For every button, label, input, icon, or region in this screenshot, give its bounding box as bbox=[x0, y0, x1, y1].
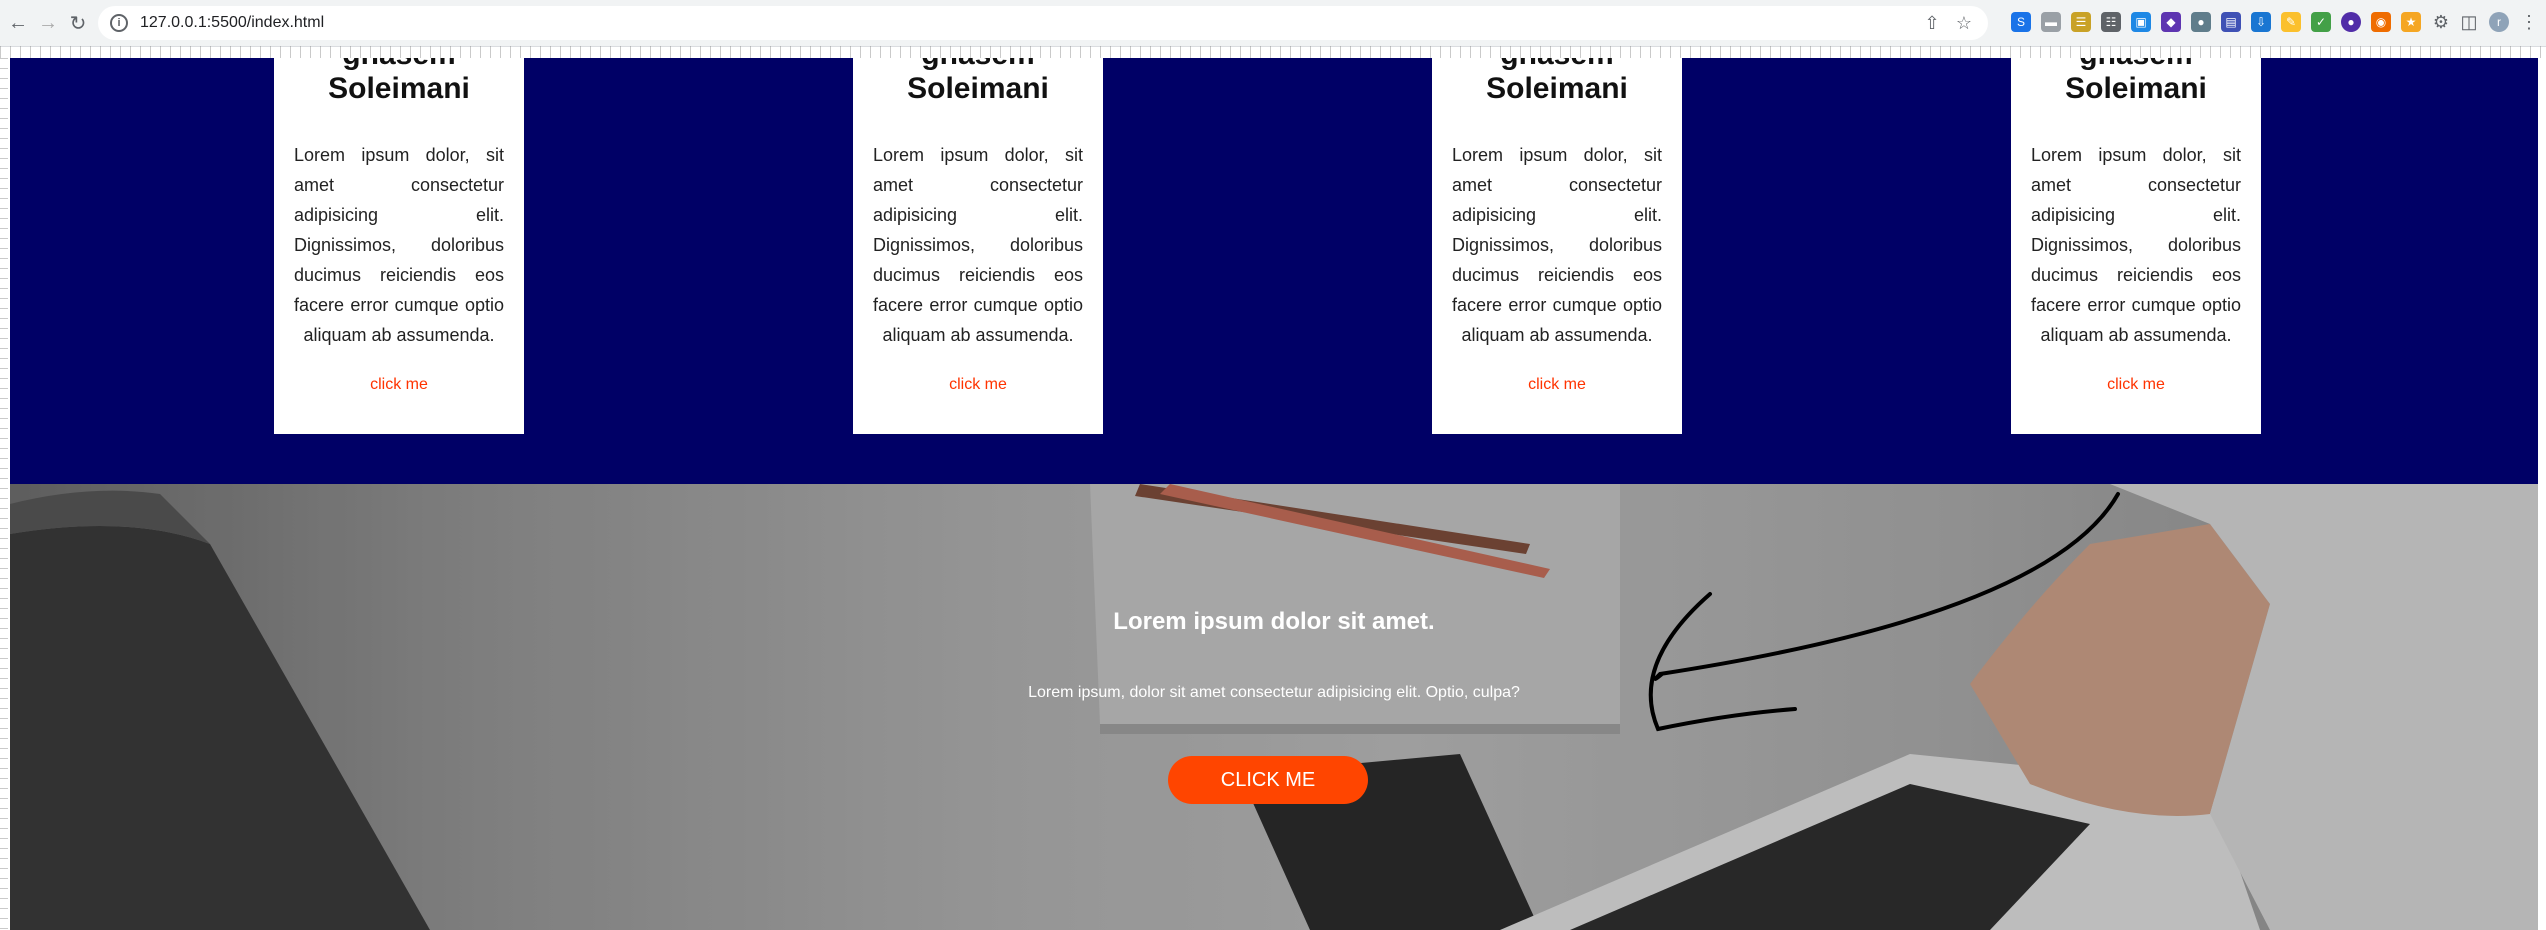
card-title-line2: Soleimani bbox=[1486, 72, 1628, 105]
card-text: Lorem ipsum dolor, sit amet consectetur … bbox=[294, 145, 504, 345]
back-icon[interactable]: ← bbox=[6, 11, 30, 35]
card-link[interactable]: click me bbox=[1432, 376, 1682, 394]
hero-section: Lorem ipsum dolor sit amet. Lorem ipsum,… bbox=[10, 484, 2538, 930]
card-title-line2: Soleimani bbox=[907, 72, 1049, 105]
card-title: ghasem Soleimani bbox=[853, 58, 1103, 106]
profile-card: ghasem Soleimani Lorem ipsum dolor, sit … bbox=[274, 58, 524, 434]
ruler-top bbox=[0, 46, 2546, 58]
hero-subtitle: Lorem ipsum, dolor sit amet consectetur … bbox=[1028, 684, 1520, 701]
extensions-puzzle-icon[interactable]: ⚙ bbox=[2431, 12, 2451, 32]
menu-dots-icon[interactable]: ⋮ bbox=[2519, 12, 2539, 32]
card-text: Lorem ipsum dolor, sit amet consectetur … bbox=[2031, 145, 2241, 345]
card-title-line1: ghasem bbox=[2011, 58, 2261, 72]
sidebar-icon[interactable]: ◫ bbox=[2459, 12, 2479, 32]
hero-title: Lorem ipsum dolor sit amet. bbox=[1113, 608, 1435, 635]
card-title-line1: ghasem bbox=[274, 58, 524, 72]
forward-icon[interactable]: → bbox=[36, 11, 60, 35]
profile-card: ghasem Soleimani Lorem ipsum dolor, sit … bbox=[853, 58, 1103, 434]
ruler-left bbox=[0, 58, 8, 930]
card-title-line2: Soleimani bbox=[2065, 72, 2207, 105]
hero-background-image bbox=[10, 484, 2538, 930]
share-icon[interactable]: ⇧ bbox=[1922, 13, 1942, 33]
extension-icon[interactable]: ⇩ bbox=[2251, 12, 2271, 32]
extension-icon[interactable]: ▣ bbox=[2131, 12, 2151, 32]
card-link[interactable]: click me bbox=[2011, 376, 2261, 394]
extension-icon[interactable]: ★ bbox=[2401, 12, 2421, 32]
cards-section: ghasem Soleimani Lorem ipsum dolor, sit … bbox=[10, 58, 2538, 484]
card-text: Lorem ipsum dolor, sit amet consectetur … bbox=[1452, 145, 1662, 345]
extension-icon[interactable]: ▤ bbox=[2221, 12, 2241, 32]
profile-card: ghasem Soleimani Lorem ipsum dolor, sit … bbox=[2011, 58, 2261, 434]
extension-icon[interactable]: S bbox=[2011, 12, 2031, 32]
extension-icon[interactable]: ✎ bbox=[2281, 12, 2301, 32]
card-text: Lorem ipsum dolor, sit amet consectetur … bbox=[873, 145, 1083, 345]
profile-card: ghasem Soleimani Lorem ipsum dolor, sit … bbox=[1432, 58, 1682, 434]
card-title-line2: Soleimani bbox=[328, 72, 470, 105]
url-text: 127.0.0.1:5500/index.html bbox=[140, 14, 325, 31]
card-link[interactable]: click me bbox=[274, 376, 524, 394]
address-bar[interactable]: i 127.0.0.1:5500/index.html ⇧ ☆ bbox=[98, 6, 1988, 40]
card-title-line1: ghasem bbox=[853, 58, 1103, 72]
card-title: ghasem Soleimani bbox=[274, 58, 524, 106]
extension-icon[interactable]: ☰ bbox=[2071, 12, 2091, 32]
bookmark-star-icon[interactable]: ☆ bbox=[1954, 13, 1974, 33]
extension-icon[interactable]: ◉ bbox=[2371, 12, 2391, 32]
reload-icon[interactable]: ↻ bbox=[66, 11, 90, 35]
extension-icon[interactable]: ● bbox=[2341, 12, 2361, 32]
extension-icon[interactable]: ▬ bbox=[2041, 12, 2061, 32]
site-info-icon[interactable]: i bbox=[110, 14, 128, 32]
card-link[interactable]: click me bbox=[853, 376, 1103, 394]
extension-icon[interactable]: ☷ bbox=[2101, 12, 2121, 32]
extension-icon[interactable]: ✓ bbox=[2311, 12, 2331, 32]
profile-avatar-icon[interactable]: r bbox=[2489, 12, 2509, 32]
card-title-line1: ghasem bbox=[1432, 58, 1682, 72]
extension-icon[interactable]: ◆ bbox=[2161, 12, 2181, 32]
card-title: ghasem Soleimani bbox=[1432, 58, 1682, 106]
image-overlay bbox=[10, 484, 2538, 930]
card-title: ghasem Soleimani bbox=[2011, 58, 2261, 106]
extension-icon[interactable]: ● bbox=[2191, 12, 2211, 32]
hero-cta-button[interactable]: CLICK ME bbox=[1168, 756, 1368, 804]
browser-toolbar: ← → ↻ i 127.0.0.1:5500/index.html ⇧ ☆ S … bbox=[0, 0, 2546, 47]
